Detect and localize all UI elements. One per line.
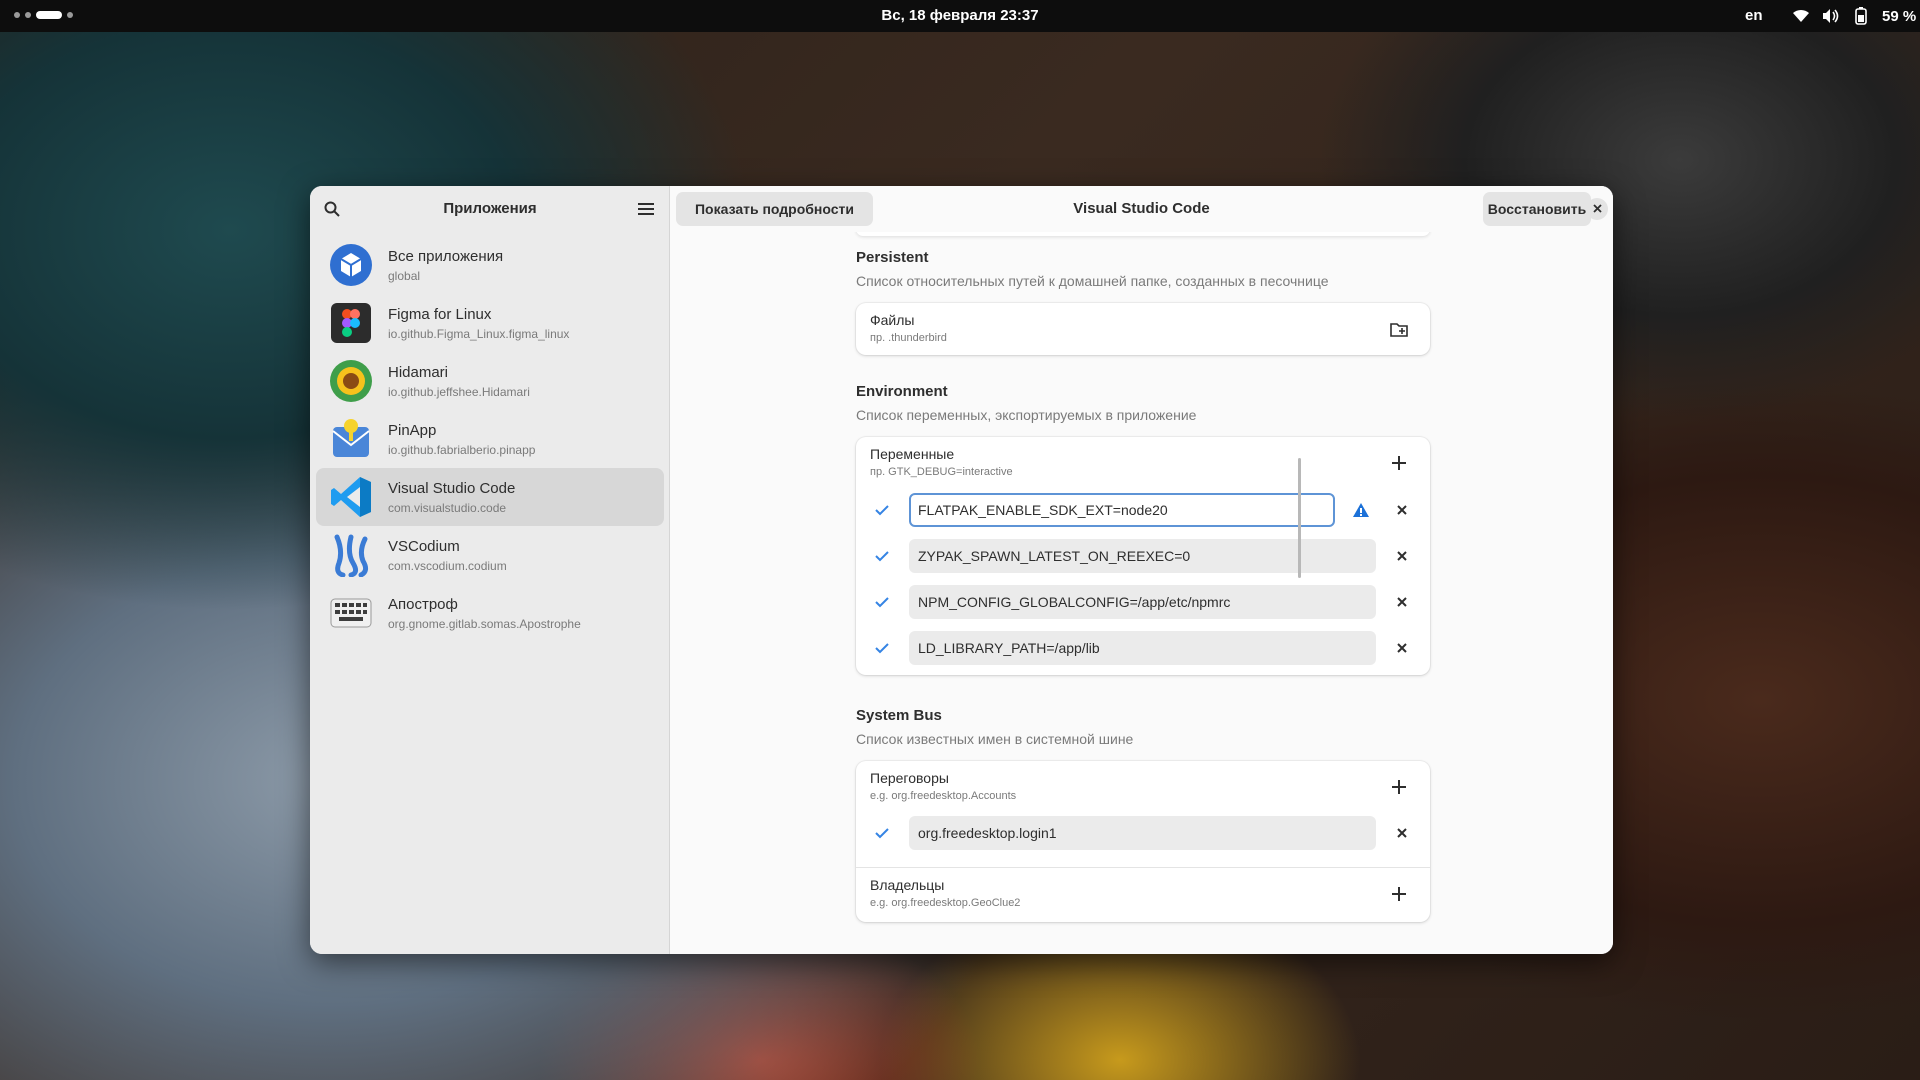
close-button[interactable]	[1586, 198, 1608, 220]
menu-icon[interactable]	[636, 199, 656, 219]
app-id: org.gnome.gitlab.somas.Apostrophe	[388, 616, 581, 631]
check-icon[interactable]	[870, 498, 894, 522]
app-name: Hidamari	[388, 363, 449, 381]
scrollbar[interactable]	[1298, 458, 1301, 578]
own-row-title: Владельцы	[870, 877, 945, 893]
app-id: io.github.jeffshee.Hidamari	[388, 384, 530, 399]
restore-button[interactable]: Восстановить	[1483, 192, 1591, 226]
remove-icon[interactable]	[1390, 636, 1414, 660]
app-item-figma[interactable]: Figma for Linux io.github.Figma_Linux.fi…	[316, 294, 664, 352]
remove-icon[interactable]	[1390, 821, 1414, 845]
environment-card: Переменные пр. GTK_DEBUG=interactive FLA…	[856, 437, 1430, 675]
variables-row-title: Переменные	[870, 446, 955, 462]
battery-percentage: 59 %	[1882, 7, 1917, 25]
talk-row-title: Переговоры	[870, 770, 949, 786]
system-bus-card: Переговоры e.g. org.freedesktop.Accounts…	[856, 761, 1430, 922]
app-item-vscodium[interactable]: VSCodium com.vscodium.codium	[316, 526, 664, 584]
check-icon[interactable]	[870, 544, 894, 568]
app-id: com.visualstudio.code	[388, 500, 507, 515]
battery-icon	[1850, 5, 1872, 27]
close-icon	[1592, 200, 1602, 218]
vscode-icon	[328, 474, 374, 520]
app-item-hidamari[interactable]: Hidamari io.github.jeffshee.Hidamari	[316, 352, 664, 410]
app-name: PinApp	[388, 421, 437, 439]
app-name: Visual Studio Code	[388, 479, 516, 497]
variable-entry[interactable]: NPM_CONFIG_GLOBALCONFIG=/app/etc/npmrc	[909, 585, 1376, 619]
app-id: io.github.fabrialberio.pinapp	[388, 442, 536, 457]
app-list: Все приложения global Figma for Linux io…	[316, 236, 664, 642]
warning-icon	[1349, 498, 1373, 522]
hidamari-icon	[328, 358, 374, 404]
sidebar-header: Приложения	[310, 186, 670, 232]
section-title-system-bus: System Bus	[856, 707, 942, 724]
variable-entry[interactable]: FLATPAK_ENABLE_SDK_EXT=node20	[909, 493, 1335, 527]
clock[interactable]: Вс, 18 февраля 23:37	[0, 7, 1920, 24]
sidebar: Приложения Все приложения global Figma f…	[310, 186, 670, 954]
add-variable-button[interactable]	[1387, 451, 1411, 475]
remove-icon[interactable]	[1390, 498, 1414, 522]
remove-icon[interactable]	[1390, 590, 1414, 614]
volume-icon	[1820, 5, 1842, 27]
row-separator	[856, 867, 1430, 868]
app-window: Приложения Все приложения global Figma f…	[310, 186, 1613, 954]
files-row-title: Файлы	[870, 312, 915, 328]
add-own-name-button[interactable]	[1387, 882, 1411, 906]
app-name: Апостроф	[388, 595, 458, 613]
apostrophe-icon	[328, 590, 374, 636]
folder-add-icon[interactable]	[1387, 317, 1411, 341]
vscodium-icon	[328, 532, 374, 578]
app-id: io.github.Figma_Linux.figma_linux	[388, 326, 570, 341]
section-title-environment: Environment	[856, 383, 948, 400]
app-item-vscode[interactable]: Visual Studio Code com.visualstudio.code	[316, 468, 664, 526]
talk-row-hint: e.g. org.freedesktop.Accounts	[870, 790, 1017, 802]
app-name: Figma for Linux	[388, 305, 492, 323]
sidebar-title: Приложения	[443, 200, 537, 217]
main-header: Показать подробности Visual Studio Code …	[670, 186, 1613, 232]
main-pane: Persistent Список относительных путей к …	[670, 186, 1613, 954]
previous-card	[856, 232, 1430, 236]
keyboard-layout[interactable]: en	[1745, 7, 1763, 24]
wifi-icon	[1790, 5, 1812, 27]
persistent-card: Файлы пр. .thunderbird	[856, 303, 1430, 355]
check-icon[interactable]	[870, 590, 894, 614]
system-tray[interactable]: 59 %	[1790, 5, 1916, 27]
section-desc-environment: Список переменных, экспортируемых в прил…	[856, 407, 1197, 423]
section-desc-system-bus: Список известных имен в системной шине	[856, 731, 1134, 747]
remove-icon[interactable]	[1390, 544, 1414, 568]
section-title-persistent: Persistent	[856, 249, 929, 266]
page-title: Visual Studio Code	[1073, 200, 1210, 217]
pinapp-icon	[328, 416, 374, 462]
variables-row-hint: пр. GTK_DEBUG=interactive	[870, 466, 1013, 478]
add-talk-name-button[interactable]	[1387, 775, 1411, 799]
app-id: com.vscodium.codium	[388, 558, 507, 573]
check-icon[interactable]	[870, 821, 894, 845]
section-desc-persistent: Список относительных путей к домашней па…	[856, 273, 1329, 289]
app-name: Все приложения	[388, 247, 504, 265]
variable-entry[interactable]: ZYPAK_SPAWN_LATEST_ON_REEXEC=0	[909, 539, 1376, 573]
files-row-hint: пр. .thunderbird	[870, 332, 947, 344]
app-item-apostrophe[interactable]: Апостроф org.gnome.gitlab.somas.Apostrop…	[316, 584, 664, 642]
app-item-all[interactable]: Все приложения global	[316, 236, 664, 294]
talk-name-entry[interactable]: org.freedesktop.login1	[909, 816, 1376, 850]
app-id: global	[388, 268, 421, 283]
variable-entry[interactable]: LD_LIBRARY_PATH=/app/lib	[909, 631, 1376, 665]
figma-icon	[328, 300, 374, 346]
settings-content[interactable]: Persistent Список относительных путей к …	[670, 232, 1613, 954]
app-name: VSCodium	[388, 537, 460, 555]
own-row-hint: e.g. org.freedesktop.GeoClue2	[870, 897, 1021, 909]
all-apps-icon	[328, 242, 374, 288]
top-bar: Вс, 18 февраля 23:37 en 59 %	[0, 0, 1920, 32]
app-item-pinapp[interactable]: PinApp io.github.fabrialberio.pinapp	[316, 410, 664, 468]
check-icon[interactable]	[870, 636, 894, 660]
